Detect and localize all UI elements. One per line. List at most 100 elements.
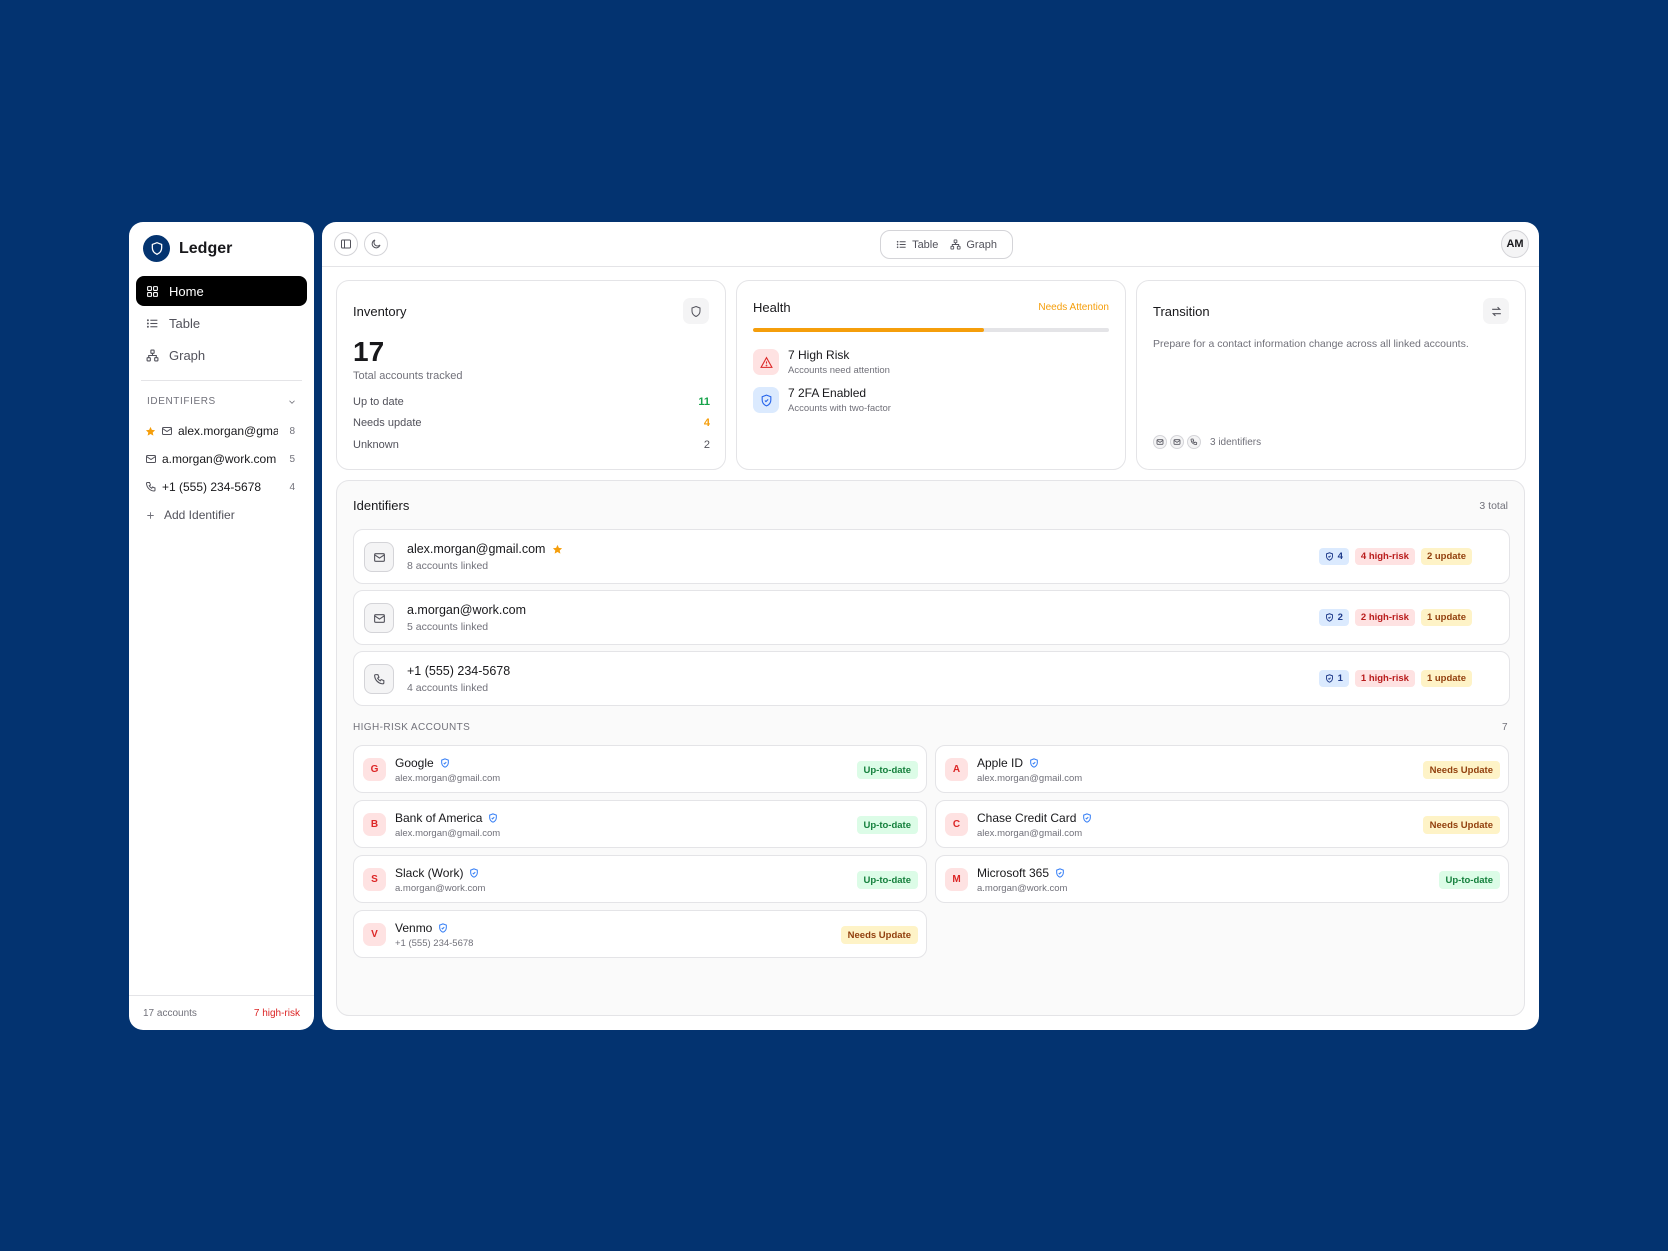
health-item-sub: Accounts with two-factor	[788, 403, 891, 414]
shield-check-icon	[1325, 613, 1333, 622]
graph-icon	[950, 239, 961, 250]
high-risk-badge: 4 high-risk	[1354, 548, 1415, 565]
account-card[interactable]: C Chase Credit Card alex.morgan@gmail.co…	[935, 800, 1509, 848]
identifiers-section-header[interactable]: IDENTIFIERS	[147, 396, 297, 407]
shield-check-icon	[753, 387, 779, 413]
account-card[interactable]: G Google alex.morgan@gmail.com Up-to-dat…	[353, 745, 927, 793]
account-name: Chase Credit Card	[977, 811, 1077, 825]
user-avatar[interactable]: AM	[1501, 230, 1529, 258]
account-name-row: Apple ID	[977, 756, 1039, 770]
account-identifier: alex.morgan@gmail.com	[977, 828, 1083, 839]
chevron-down-icon	[289, 399, 295, 404]
twofa-count: 1	[1337, 673, 1343, 684]
account-name-row: Slack (Work)	[395, 866, 479, 880]
shield-check-icon	[1325, 674, 1333, 683]
divider	[141, 380, 302, 381]
account-initial: V	[363, 923, 386, 946]
shield-check-icon	[1325, 552, 1333, 561]
view-option-graph[interactable]: Graph	[950, 239, 997, 251]
topbar: Table Graph AM	[322, 222, 1539, 267]
brand[interactable]: Ledger	[143, 235, 232, 262]
inventory-row-value: 11	[698, 395, 710, 408]
nav-item-home[interactable]: Home	[136, 276, 307, 306]
theme-toggle-button[interactable]	[364, 232, 388, 256]
identifiers-panel-title: Identifiers	[353, 498, 410, 513]
nav-item-graph[interactable]: Graph	[136, 340, 307, 370]
nav-label: Graph	[169, 347, 206, 363]
identifier-name-row: a.morgan@work.com	[407, 603, 526, 617]
shield-check-icon	[439, 923, 448, 933]
identifier-badges: 4 4 high-risk 2 update	[1318, 548, 1472, 565]
identifier-linked-count: 5 accounts linked	[407, 621, 489, 633]
add-identifier-label: Add Identifier	[164, 508, 235, 522]
inventory-breakdown: Up to date 11 Needs update 4 Unknown 2	[353, 391, 710, 456]
high-risk-badge: 2 high-risk	[1354, 609, 1415, 626]
account-status-badge: Up-to-date	[1438, 871, 1500, 889]
view-option-table[interactable]: Table	[896, 239, 938, 251]
sidebar-identifier-phone[interactable]: +1 (555) 234-5678 4	[145, 473, 295, 501]
sidebar: Ledger Home Table Graph IDENTIFIERS alex…	[129, 222, 314, 1030]
mail-icon	[1170, 435, 1184, 449]
main-nav: Home Table Graph	[136, 276, 307, 372]
account-initial: S	[363, 868, 386, 891]
nav-label: Table	[169, 315, 201, 331]
account-card[interactable]: M Microsoft 365 a.morgan@work.com Up-to-…	[935, 855, 1509, 903]
phone-icon	[364, 664, 394, 694]
shield-check-icon	[1056, 868, 1064, 878]
identifier-card[interactable]: a.morgan@work.com 5 accounts linked 2 2 …	[353, 590, 1510, 645]
graph-icon	[146, 349, 159, 361]
account-card[interactable]: V Venmo +1 (555) 234-5678 Needs Update	[353, 910, 927, 958]
transition-title: Transition	[1153, 304, 1210, 319]
shield-check-icon	[440, 758, 449, 768]
shield-logo-icon	[143, 235, 170, 262]
star-icon	[553, 544, 563, 554]
sidebar-identifier-gmail[interactable]: alex.morgan@gmail.com 8	[145, 417, 295, 445]
twofa-badge: 2	[1318, 609, 1349, 626]
sidebar-toggle-button[interactable]	[334, 232, 358, 256]
view-option-label: Table	[912, 238, 939, 251]
account-card[interactable]: S Slack (Work) a.morgan@work.com Up-to-d…	[353, 855, 927, 903]
mail-icon	[364, 542, 394, 572]
grid-icon	[147, 285, 158, 297]
sidebar-identifier-work[interactable]: a.morgan@work.com 5	[145, 445, 295, 473]
identifier-card[interactable]: +1 (555) 234-5678 4 accounts linked 1 1 …	[353, 651, 1510, 706]
account-status-badge: Needs Update	[1422, 761, 1500, 779]
shield-icon	[691, 305, 701, 317]
mail-icon	[146, 455, 156, 463]
identifier-name-row: +1 (555) 234-5678	[407, 664, 510, 678]
account-name: Venmo	[395, 921, 433, 935]
identifier-name-row: alex.morgan@gmail.com	[407, 542, 563, 556]
identifier-name: +1 (555) 234-5678	[407, 664, 511, 678]
phone-icon	[1187, 435, 1201, 449]
sidebar-panel-icon	[341, 239, 351, 249]
inventory-row-value: 2	[703, 438, 710, 451]
high-risk-count: 7	[1502, 722, 1508, 733]
identifier-badges: 2 2 high-risk 1 update	[1318, 609, 1472, 626]
twofa-badge: 4	[1318, 548, 1349, 565]
account-card[interactable]: A Apple ID alex.morgan@gmail.com Needs U…	[935, 745, 1509, 793]
list-icon	[146, 318, 158, 328]
sidebar-footer: 17 accounts 7 high-risk	[129, 995, 314, 1030]
add-identifier-button[interactable]: Add Identifier	[145, 501, 295, 529]
health-item-title: 7 2FA Enabled	[788, 386, 867, 400]
identifier-card[interactable]: alex.morgan@gmail.com 8 accounts linked …	[353, 529, 1510, 584]
phone-icon	[145, 482, 156, 492]
inventory-title: Inventory	[353, 304, 407, 319]
transition-swap-button[interactable]	[1483, 298, 1509, 324]
account-name-row: Venmo	[395, 921, 448, 935]
health-item-2fa: 7 2FA Enabled Accounts with two-factor	[753, 386, 891, 414]
account-initial: A	[945, 758, 968, 781]
inventory-card: Inventory 17 Total accounts tracked Up t…	[336, 280, 726, 470]
nav-item-table[interactable]: Table	[136, 308, 307, 338]
identifier-text: +1 (555) 234-5678	[162, 480, 262, 494]
account-status-badge: Needs Update	[1422, 816, 1500, 834]
identifier-list: alex.morgan@gmail.com 8 a.morgan@work.co…	[145, 417, 295, 529]
inventory-shield-button[interactable]	[683, 298, 709, 324]
inventory-row-up-to-date: Up to date 11	[353, 391, 710, 413]
account-card[interactable]: B Bank of America alex.morgan@gmail.com …	[353, 800, 927, 848]
swap-icon	[1491, 306, 1501, 316]
identifier-linked-count: 8 accounts linked	[407, 560, 489, 572]
inventory-subtitle: Total accounts tracked	[353, 370, 463, 382]
identifier-name: a.morgan@work.com	[407, 603, 526, 617]
plus-icon	[147, 511, 154, 519]
